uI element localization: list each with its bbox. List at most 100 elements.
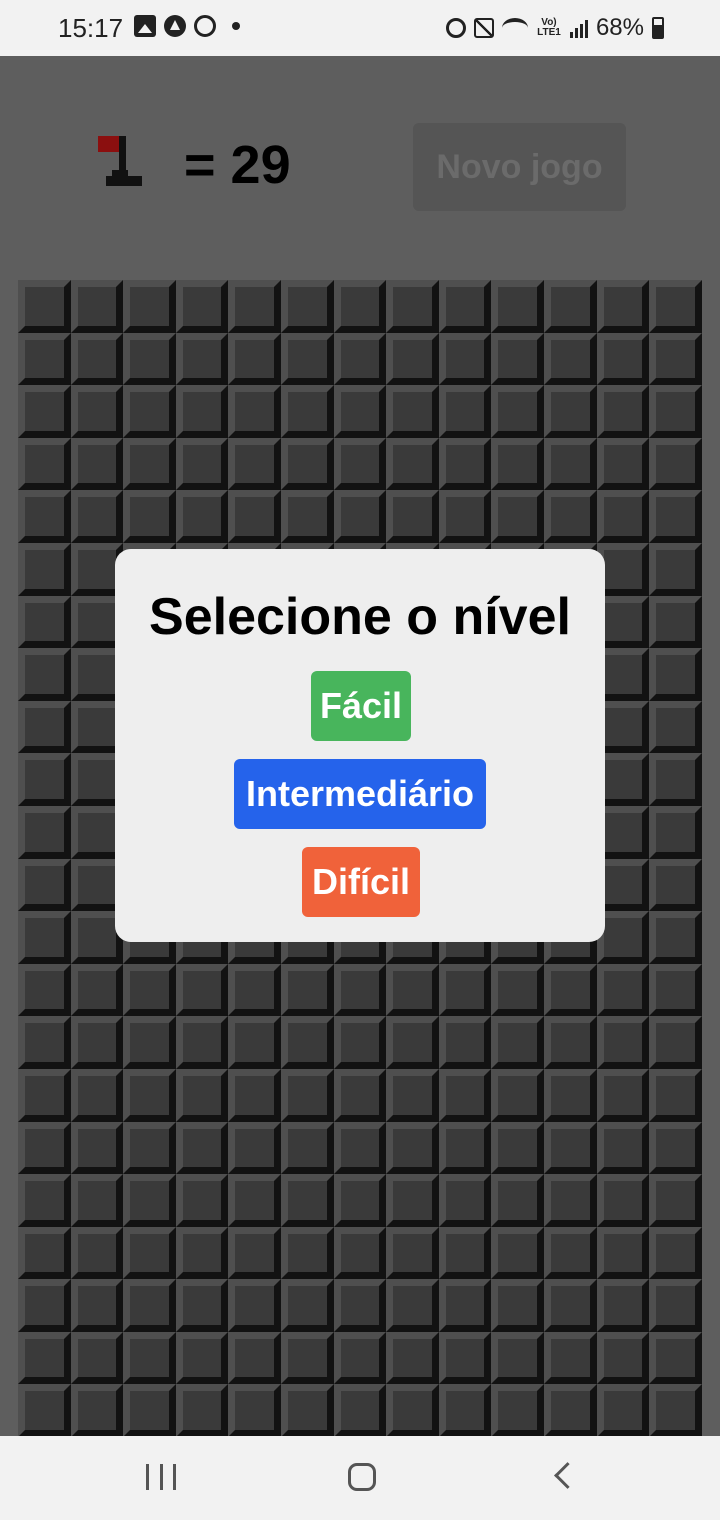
board-cell[interactable]: [333, 490, 387, 543]
board-cell[interactable]: [596, 1279, 650, 1332]
board-cell[interactable]: [123, 1331, 176, 1385]
board-cell[interactable]: [386, 332, 439, 386]
board-cell[interactable]: [438, 1331, 492, 1385]
board-cell[interactable]: [491, 963, 544, 1017]
board-cell[interactable]: [228, 490, 281, 543]
board-cell[interactable]: [596, 490, 650, 543]
board-cell[interactable]: [596, 1174, 650, 1227]
board-cell[interactable]: [596, 280, 650, 333]
board-cell[interactable]: [438, 1226, 492, 1280]
board-cell[interactable]: [333, 1068, 387, 1122]
board-cell[interactable]: [123, 437, 176, 491]
board-cell[interactable]: [123, 490, 176, 543]
board-cell[interactable]: [18, 858, 71, 912]
board-cell[interactable]: [175, 1174, 229, 1227]
board-cell[interactable]: [649, 595, 702, 649]
board-cell[interactable]: [18, 963, 71, 1017]
board-cell[interactable]: [123, 280, 176, 333]
board-cell[interactable]: [543, 1016, 597, 1069]
board-cell[interactable]: [280, 1121, 334, 1175]
board-cell[interactable]: [333, 963, 387, 1017]
board-cell[interactable]: [386, 1331, 439, 1385]
board-cell[interactable]: [491, 1279, 544, 1332]
board-cell[interactable]: [123, 1068, 176, 1122]
board-cell[interactable]: [123, 332, 176, 386]
board-cell[interactable]: [228, 1174, 281, 1227]
board-cell[interactable]: [333, 1016, 387, 1069]
board-cell[interactable]: [649, 1068, 702, 1122]
board-cell[interactable]: [596, 437, 650, 491]
board-cell[interactable]: [543, 1174, 597, 1227]
board-cell[interactable]: [70, 1121, 124, 1175]
board-cell[interactable]: [175, 490, 229, 543]
board-cell[interactable]: [280, 280, 334, 333]
board-cell[interactable]: [649, 280, 702, 333]
board-cell[interactable]: [438, 1068, 492, 1122]
board-cell[interactable]: [386, 385, 439, 438]
board-cell[interactable]: [438, 1016, 492, 1069]
board-cell[interactable]: [649, 385, 702, 438]
board-cell[interactable]: [386, 1121, 439, 1175]
board-cell[interactable]: [175, 385, 229, 438]
board-cell[interactable]: [333, 280, 387, 333]
board-cell[interactable]: [543, 280, 597, 333]
board-cell[interactable]: [543, 1279, 597, 1332]
board-cell[interactable]: [491, 490, 544, 543]
board-cell[interactable]: [70, 437, 124, 491]
board-cell[interactable]: [649, 805, 702, 859]
recents-icon[interactable]: [146, 1464, 176, 1490]
board-cell[interactable]: [280, 385, 334, 438]
board-cell[interactable]: [18, 385, 71, 438]
board-cell[interactable]: [596, 1068, 650, 1122]
home-icon[interactable]: [348, 1463, 376, 1491]
board-cell[interactable]: [18, 280, 71, 333]
board-cell[interactable]: [228, 385, 281, 438]
board-cell[interactable]: [543, 1121, 597, 1175]
board-cell[interactable]: [438, 385, 492, 438]
board-cell[interactable]: [649, 437, 702, 491]
board-cell[interactable]: [333, 385, 387, 438]
board-cell[interactable]: [70, 490, 124, 543]
board-cell[interactable]: [18, 1174, 71, 1227]
board-cell[interactable]: [70, 1279, 124, 1332]
board-cell[interactable]: [175, 1226, 229, 1280]
board-cell[interactable]: [280, 1384, 334, 1438]
board-cell[interactable]: [333, 1331, 387, 1385]
board-cell[interactable]: [280, 490, 334, 543]
board-cell[interactable]: [175, 1279, 229, 1332]
intermediate-level-button[interactable]: Intermediário: [234, 759, 486, 829]
board-cell[interactable]: [18, 595, 71, 649]
board-cell[interactable]: [438, 963, 492, 1017]
board-cell[interactable]: [386, 1016, 439, 1069]
board-cell[interactable]: [18, 648, 71, 701]
board-cell[interactable]: [649, 1121, 702, 1175]
board-cell[interactable]: [333, 1279, 387, 1332]
board-cell[interactable]: [438, 1384, 492, 1438]
board-cell[interactable]: [228, 1279, 281, 1332]
board-cell[interactable]: [386, 280, 439, 333]
board-cell[interactable]: [438, 280, 492, 333]
board-cell[interactable]: [333, 1226, 387, 1280]
board-cell[interactable]: [543, 1226, 597, 1280]
board-cell[interactable]: [386, 1279, 439, 1332]
board-cell[interactable]: [280, 437, 334, 491]
board-cell[interactable]: [70, 1331, 124, 1385]
board-cell[interactable]: [386, 963, 439, 1017]
board-cell[interactable]: [280, 1279, 334, 1332]
board-cell[interactable]: [649, 332, 702, 386]
board-cell[interactable]: [228, 1331, 281, 1385]
board-cell[interactable]: [228, 332, 281, 386]
board-cell[interactable]: [228, 1121, 281, 1175]
board-cell[interactable]: [386, 1174, 439, 1227]
board-cell[interactable]: [70, 385, 124, 438]
board-cell[interactable]: [438, 332, 492, 386]
board-cell[interactable]: [280, 1331, 334, 1385]
board-cell[interactable]: [543, 1384, 597, 1438]
board-cell[interactable]: [70, 1174, 124, 1227]
board-cell[interactable]: [18, 332, 71, 386]
board-cell[interactable]: [649, 753, 702, 806]
board-cell[interactable]: [333, 1384, 387, 1438]
board-cell[interactable]: [18, 911, 71, 964]
board-cell[interactable]: [491, 1121, 544, 1175]
board-cell[interactable]: [596, 1121, 650, 1175]
